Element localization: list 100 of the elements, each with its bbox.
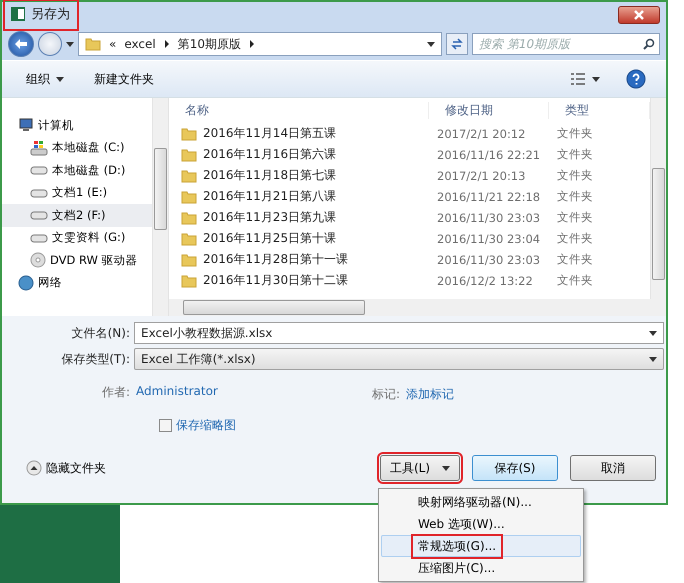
column-header[interactable]: 修改日期 bbox=[429, 102, 549, 119]
menu-item[interactable]: 映射网络驱动器(N)... bbox=[381, 491, 581, 513]
caret-icon bbox=[427, 42, 435, 46]
menu-item[interactable]: 常规选项(G)... bbox=[381, 535, 581, 557]
file-type: 文件夹 bbox=[557, 147, 593, 162]
file-name[interactable]: 2016年11月30日第十二课 bbox=[169, 272, 348, 289]
folder-icon bbox=[181, 148, 197, 162]
folder-name: 2016年11月18日第七课 bbox=[203, 167, 336, 184]
globe-icon bbox=[18, 274, 34, 291]
back-button[interactable] bbox=[8, 31, 34, 57]
author-link[interactable]: Administrator bbox=[136, 384, 218, 401]
search-icon bbox=[643, 38, 655, 50]
file-name[interactable]: 2016年11月16日第六课 bbox=[169, 146, 336, 163]
dialog-button[interactable]: 保存(S) bbox=[472, 455, 558, 481]
modified-date: 2017/2/1 20:13 bbox=[437, 168, 526, 182]
drive-icon bbox=[30, 232, 48, 243]
windows-drive-icon bbox=[30, 140, 48, 156]
history-caret-icon bbox=[66, 42, 74, 46]
folder-icon bbox=[181, 190, 197, 204]
file-name[interactable]: 2016年11月21日第八课 bbox=[169, 188, 336, 205]
close-icon bbox=[634, 10, 644, 20]
file-type: 文件夹 bbox=[557, 231, 593, 246]
breadcrumb[interactable]: excel bbox=[124, 37, 156, 51]
sidebar-item[interactable]: 本地磁盘 (D:) bbox=[2, 159, 152, 182]
field-label: 作者: bbox=[102, 384, 130, 401]
menu-item[interactable]: Web 选项(W)... bbox=[381, 513, 581, 535]
caret-icon bbox=[56, 76, 64, 82]
file-type: 文件夹 bbox=[557, 252, 593, 267]
folder-name: 2016年11月14日第五课 bbox=[203, 125, 336, 142]
help-icon[interactable] bbox=[626, 69, 646, 89]
chevron-icon bbox=[249, 40, 256, 48]
file-type: 文件夹 bbox=[557, 126, 593, 141]
forward-button[interactable] bbox=[38, 32, 62, 56]
scrollbar[interactable] bbox=[152, 98, 168, 316]
sidebar-item[interactable]: 文档2 (F:) bbox=[2, 204, 152, 226]
file-type-dropdown[interactable]: Excel 工作簿(*.xlsx) bbox=[134, 348, 664, 370]
close-button[interactable] bbox=[618, 6, 660, 24]
sidebar-item[interactable]: 网络 bbox=[2, 272, 152, 294]
file-name[interactable]: 2016年11月25日第十课 bbox=[169, 230, 336, 247]
dialog-button[interactable]: 取消 bbox=[570, 455, 656, 481]
scrollbar[interactable] bbox=[650, 98, 666, 299]
monitor-icon bbox=[18, 118, 34, 132]
modified-date: 2016/11/30 23:04 bbox=[437, 232, 540, 246]
folder-icon bbox=[181, 274, 197, 288]
dialog-button[interactable]: 工具(L) bbox=[380, 455, 460, 481]
folder-name: 2016年11月21日第八课 bbox=[203, 188, 336, 205]
sidebar-item[interactable]: 本地磁盘 (C:) bbox=[2, 136, 152, 159]
search-field[interactable]: 搜索 第10期原版 bbox=[472, 33, 660, 55]
breadcrumb-overflow[interactable]: « bbox=[109, 37, 116, 51]
folder-icon bbox=[85, 37, 101, 51]
spreadsheet-icon bbox=[10, 6, 26, 22]
file-name[interactable]: 2016年11月28日第十一课 bbox=[169, 251, 348, 268]
file-type: 文件夹 bbox=[557, 210, 593, 225]
modified-date: 2016/12/2 13:22 bbox=[437, 274, 533, 288]
sidebar-item[interactable]: 计算机 bbox=[2, 114, 152, 136]
folder-icon bbox=[181, 210, 197, 224]
file-name[interactable]: 2016年11月23日第九课 bbox=[169, 209, 336, 226]
chevron-icon bbox=[164, 40, 170, 48]
field-label: 标记: bbox=[372, 386, 400, 403]
refresh-button[interactable] bbox=[446, 33, 468, 55]
checkbox[interactable] bbox=[159, 419, 172, 432]
folder-icon bbox=[181, 252, 197, 266]
collapse-icon bbox=[26, 460, 42, 476]
file-name[interactable]: 2016年11月14日第五课 bbox=[169, 125, 336, 142]
caret-icon bbox=[442, 466, 450, 470]
drive-icon bbox=[30, 188, 48, 198]
toolbar-button[interactable]: 组织 bbox=[22, 68, 68, 90]
folder-name: 2016年11月16日第六课 bbox=[203, 146, 336, 163]
sidebar-item[interactable]: 文雯资料 (G:) bbox=[2, 226, 152, 249]
checkbox-label[interactable]: 保存缩略图 bbox=[176, 417, 236, 434]
tags-link[interactable]: 添加标记 bbox=[406, 386, 454, 403]
horizontal-scrollbar[interactable] bbox=[169, 299, 666, 316]
menu-item[interactable]: 压缩图片(C)... bbox=[381, 557, 581, 579]
toolbar-button[interactable]: 新建文件夹 bbox=[90, 68, 158, 90]
folder-name: 2016年11月23日第九课 bbox=[203, 209, 336, 226]
caret-icon bbox=[649, 330, 657, 336]
file-type: 文件夹 bbox=[557, 273, 593, 288]
field-label: 保存类型(T): bbox=[60, 350, 130, 368]
address-bar[interactable]: « excel 第10期原版 bbox=[78, 32, 442, 56]
window-title: 另存为 bbox=[6, 2, 76, 28]
refresh-icon bbox=[451, 38, 463, 50]
modified-date: 2016/11/16 22:21 bbox=[437, 148, 540, 162]
field-label: 文件名(N): bbox=[70, 324, 130, 342]
caret-icon bbox=[649, 356, 657, 362]
folder-name: 2016年11月25日第十课 bbox=[203, 230, 336, 247]
breadcrumb[interactable]: 第10期原版 bbox=[178, 36, 242, 52]
file-name-field[interactable]: Excel小教程数据源.xlsx bbox=[134, 322, 664, 344]
sidebar-item[interactable]: DVD RW 驱动器 bbox=[2, 249, 152, 272]
folder-icon bbox=[181, 168, 197, 182]
modified-date: 2016/11/30 23:03 bbox=[437, 210, 540, 224]
list-view-icon bbox=[570, 73, 586, 85]
column-header[interactable]: 名称 bbox=[169, 102, 429, 119]
file-name[interactable]: 2016年11月18日第七课 bbox=[169, 167, 336, 184]
sidebar-item[interactable]: 文档1 (E:) bbox=[2, 182, 152, 204]
hide-folders-button[interactable]: 隐藏文件夹 bbox=[20, 458, 112, 478]
folder-icon bbox=[181, 126, 197, 140]
caret-icon bbox=[592, 76, 600, 82]
folder-name: 2016年11月28日第十一课 bbox=[203, 251, 348, 268]
drive-icon bbox=[30, 210, 48, 220]
folder-icon bbox=[181, 232, 197, 246]
